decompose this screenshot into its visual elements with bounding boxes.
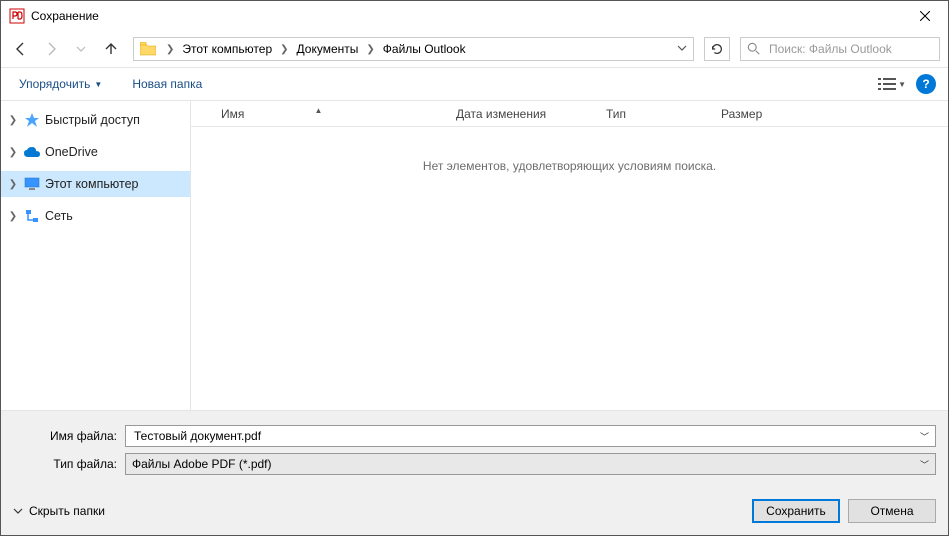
chevron-down-icon: ▼ xyxy=(898,80,906,89)
chevron-down-icon xyxy=(13,506,23,516)
cloud-icon xyxy=(23,143,41,161)
close-button[interactable] xyxy=(902,1,948,31)
filename-field-wrap: ﹀ xyxy=(125,425,936,447)
folder-icon xyxy=(138,39,158,59)
expand-icon[interactable]: ❯ xyxy=(7,211,19,222)
filetype-value: Файлы Adobe PDF (*.pdf) xyxy=(132,457,272,471)
tree-network[interactable]: ❯ Сеть xyxy=(1,203,190,229)
recent-dropdown-icon[interactable] xyxy=(69,37,93,61)
tree-quick-access[interactable]: ❯ Быстрый доступ xyxy=(1,107,190,133)
star-icon xyxy=(23,111,41,129)
tree-onedrive[interactable]: ❯ OneDrive xyxy=(1,139,190,165)
forward-button[interactable] xyxy=(39,37,63,61)
footer: Скрыть папки Сохранить Отмена xyxy=(1,485,948,535)
column-date[interactable]: Дата изменения xyxy=(446,107,596,121)
column-headers: ▲ Имя Дата изменения Тип Размер xyxy=(191,101,948,127)
new-folder-label: Новая папка xyxy=(132,77,202,91)
filetype-select[interactable]: Файлы Adobe PDF (*.pdf) ﹀ xyxy=(125,453,936,475)
back-button[interactable] xyxy=(9,37,33,61)
help-button[interactable]: ? xyxy=(916,74,936,94)
chevron-down-icon: ﹀ xyxy=(920,458,929,471)
column-name[interactable]: ▲ Имя xyxy=(191,107,446,121)
toolbar: Упорядочить ▼ Новая папка ▼ ? xyxy=(1,67,948,101)
app-icon xyxy=(9,8,25,24)
navbar: ❯ Этот компьютер ❯ Документы ❯ Файлы Out… xyxy=(1,31,948,67)
chevron-right-icon[interactable]: ❯ xyxy=(162,44,178,55)
organize-button[interactable]: Упорядочить ▼ xyxy=(13,73,108,95)
hide-folders-label: Скрыть папки xyxy=(29,504,105,518)
organize-label: Упорядочить xyxy=(19,77,90,91)
tree-label: OneDrive xyxy=(45,145,98,159)
network-icon xyxy=(23,207,41,225)
filename-panel: Имя файла: ﹀ Тип файла: Файлы Adobe PDF … xyxy=(1,410,948,485)
search-box[interactable] xyxy=(740,37,940,61)
breadcrumb-outlook-files[interactable]: Файлы Outlook xyxy=(379,40,470,58)
tree-label: Быстрый доступ xyxy=(45,113,140,127)
tree-label: Сеть xyxy=(45,209,73,223)
column-type[interactable]: Тип xyxy=(596,107,711,121)
monitor-icon xyxy=(23,175,41,193)
address-dropdown-icon[interactable] xyxy=(671,40,693,58)
chevron-down-icon: ▼ xyxy=(94,80,102,89)
save-button[interactable]: Сохранить xyxy=(752,499,840,523)
filename-label: Имя файла: xyxy=(13,429,125,443)
refresh-button[interactable] xyxy=(704,37,730,61)
breadcrumb-this-pc[interactable]: Этот компьютер xyxy=(178,40,276,58)
filename-input[interactable] xyxy=(132,428,920,444)
hide-folders-button[interactable]: Скрыть папки xyxy=(13,504,105,518)
sort-asc-icon: ▲ xyxy=(315,106,323,115)
address-bar[interactable]: ❯ Этот компьютер ❯ Документы ❯ Файлы Out… xyxy=(133,37,694,61)
filetype-label: Тип файла: xyxy=(13,457,125,471)
expand-icon[interactable]: ❯ xyxy=(7,179,19,190)
tree-this-pc[interactable]: ❯ Этот компьютер xyxy=(1,171,190,197)
chevron-right-icon[interactable]: ❯ xyxy=(276,44,292,55)
tree-label: Этот компьютер xyxy=(45,177,138,191)
column-size[interactable]: Размер xyxy=(711,107,811,121)
chevron-right-icon[interactable]: ❯ xyxy=(362,44,378,55)
chevron-down-icon[interactable]: ﹀ xyxy=(920,430,929,443)
search-input[interactable] xyxy=(767,41,933,57)
new-folder-button[interactable]: Новая папка xyxy=(126,73,208,95)
expand-icon[interactable]: ❯ xyxy=(7,115,19,126)
nav-tree: ❯ Быстрый доступ ❯ OneDrive ❯ Этот компь… xyxy=(1,101,191,410)
breadcrumb-documents[interactable]: Документы xyxy=(293,40,363,58)
search-icon xyxy=(747,42,761,56)
save-dialog: Сохранение ❯ Этот компьютер ❯ Документы … xyxy=(0,0,949,536)
window-title: Сохранение xyxy=(31,9,99,23)
cancel-button[interactable]: Отмена xyxy=(848,499,936,523)
file-list: ▲ Имя Дата изменения Тип Размер Нет элем… xyxy=(191,101,948,410)
empty-message: Нет элементов, удовлетворяющих условиям … xyxy=(191,127,948,205)
expand-icon[interactable]: ❯ xyxy=(7,147,19,158)
view-options-button[interactable]: ▼ xyxy=(878,77,906,91)
titlebar: Сохранение xyxy=(1,1,948,31)
up-button[interactable] xyxy=(99,37,123,61)
